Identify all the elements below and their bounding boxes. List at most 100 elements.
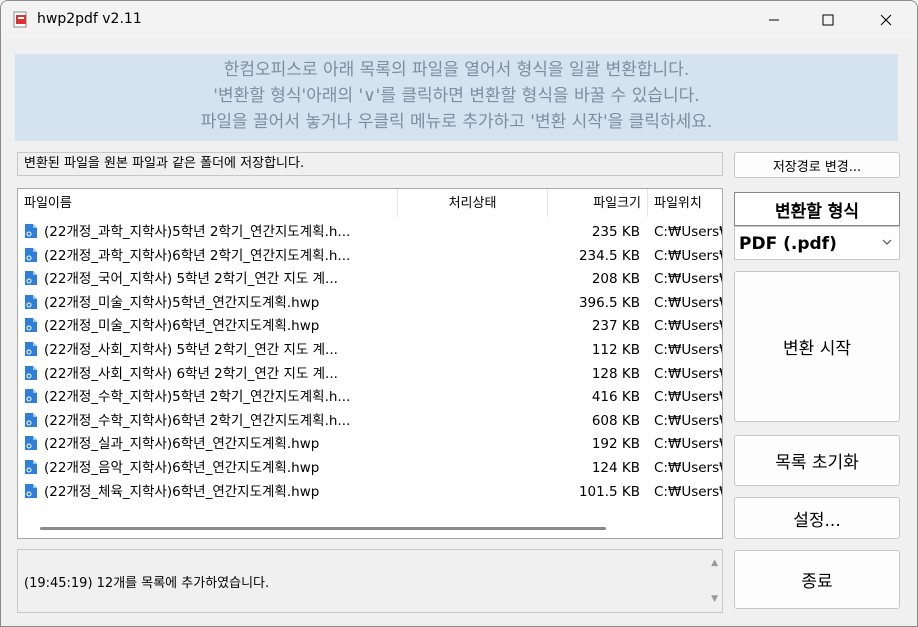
- file-location-cell: C:₩Users₩: [654, 294, 722, 311]
- file-name: (22개정_음악_지학사)6학년_연간지도계획.hwp: [44, 460, 320, 476]
- file-size-cell: 101.5 KB: [578, 483, 640, 500]
- horizontal-scrollbar[interactable]: [40, 527, 606, 530]
- maximize-icon: [822, 14, 834, 26]
- app-window: hwp2pdf v2.11 한컴오피스로 아래 목록의 파일을 열어서 형식을 …: [0, 0, 918, 627]
- minimize-button[interactable]: [751, 1, 797, 39]
- table-row[interactable]: (22개정_실과_지학사)6학년_연간지도계획.hwp 192 KB C:₩User…: [18, 432, 722, 456]
- file-name-cell: (22개정_과학_지학사)5학년 2학기_연간지도계획.h...: [24, 220, 400, 243]
- exit-button[interactable]: 종료: [734, 550, 900, 609]
- file-size-cell: 112 KB: [591, 342, 640, 358]
- window-title: hwp2pdf v2.11: [37, 11, 142, 27]
- file-location-cell: C:₩Users₩: [654, 224, 722, 240]
- file-size-cell: 192 KB: [591, 436, 640, 453]
- file-name: (22개정_수학_지학사)6학년 2학기_연간지도계획.h...: [44, 412, 351, 429]
- hwp-file-icon: [25, 318, 37, 333]
- table-row[interactable]: (22개정_사회_지학사) 6학년 2학기_연간 지도 계... 128 KB C:…: [18, 362, 722, 386]
- banner-line-1: 한컴오피스로 아래 목록의 파일을 열어서 형식을 일괄 변환합니다.: [223, 60, 690, 80]
- table-row[interactable]: (22개정_체육_지학사)6학년_연간지도계획.hwp 101.5 KB C:₩Us…: [18, 480, 722, 504]
- file-name-cell: (22개정_체육_지학사)6학년_연간지도계획.hwp: [24, 480, 400, 503]
- hwp-file-icon: [25, 294, 37, 309]
- table-row[interactable]: (22개정_음악_지학사)6학년_연간지도계획.hwp 124 KB C:₩User…: [18, 456, 722, 480]
- column-header-size[interactable]: 파일크기: [548, 189, 648, 217]
- banner-line-2: '변환할 형식'아래의 '∨'를 클릭하면 변환할 형식을 바꿀 수 있습니다.: [213, 86, 700, 106]
- file-location-cell: C:₩Users₩: [654, 483, 722, 500]
- settings-button[interactable]: 설정...: [734, 497, 900, 539]
- file-size-cell: 237 KB: [591, 318, 640, 335]
- hwp-file-icon: [25, 271, 37, 286]
- file-size-cell: 416 KB: [591, 389, 640, 406]
- file-name-cell: (22개정_과학_지학사)6학년 2학기_연간지도계획.h...: [24, 244, 400, 267]
- hwp-file-icon: [25, 389, 37, 404]
- file-location-cell: C:₩Users₩: [654, 318, 722, 335]
- file-location-cell: C:₩Users₩: [654, 365, 722, 382]
- format-selected-value: PDF (.pdf): [739, 234, 837, 254]
- column-header-status[interactable]: 처리상태: [398, 189, 548, 217]
- title-bar[interactable]: hwp2pdf v2.11: [1, 1, 917, 39]
- change-save-path-button[interactable]: 저장경로 변경...: [734, 152, 900, 178]
- file-size-cell: 234.5 KB: [578, 247, 640, 264]
- file-list[interactable]: 파일이름 처리상태 파일크기 파일위치 (22개정_과학_지학사)5학년 2학기…: [17, 188, 723, 539]
- file-name: (22개정_사회_지학사) 6학년 2학기_연간 지도 계...: [44, 365, 338, 382]
- status-message: (19:45:19) 12개를 목록에 추가하였습니다.: [24, 576, 270, 591]
- file-name: (22개정_사회_지학사) 5학년 2학기_연간 지도 계...: [44, 342, 338, 358]
- hwp-file-icon: [25, 365, 37, 380]
- table-row[interactable]: (22개정_국어_지학사) 5학년 2학기_연간 지도 계... 208 KB C:…: [18, 267, 722, 291]
- file-name-cell: (22개정_실과_지학사)6학년_연간지도계획.hwp: [24, 432, 400, 455]
- save-location-info: 변환된 파일을 원본 파일과 같은 폴더에 저장합니다.: [17, 152, 723, 176]
- column-header-name[interactable]: 파일이름: [18, 189, 398, 217]
- file-location-cell: C:₩Users₩: [654, 247, 722, 264]
- file-name-cell: (22개정_사회_지학사) 5학년 2학기_연간 지도 계...: [24, 338, 400, 361]
- file-location-cell: C:₩Users₩: [654, 342, 722, 358]
- close-button[interactable]: [863, 1, 909, 39]
- hwp-file-icon: [25, 483, 37, 498]
- hwp-file-icon: [25, 342, 37, 356]
- file-size-cell: 608 KB: [591, 412, 640, 429]
- hwp-file-icon: [25, 460, 37, 474]
- table-row[interactable]: (22개정_사회_지학사) 5학년 2학기_연간 지도 계... 112 KB C:…: [18, 338, 722, 362]
- table-row[interactable]: (22개정_과학_지학사)6학년 2학기_연간지도계획.h... 234.5 KB…: [18, 244, 722, 268]
- file-name-cell: (22개정_사회_지학사) 6학년 2학기_연간 지도 계...: [24, 362, 400, 385]
- table-row[interactable]: (22개정_미술_지학사)5학년_연간지도계획.hwp 396.5 KB C:₩Us…: [18, 291, 722, 315]
- hwp-file-icon: [25, 436, 37, 451]
- file-name: (22개정_국어_지학사) 5학년 2학기_연간 지도 계...: [44, 271, 338, 288]
- start-conversion-button[interactable]: 변환 시작: [734, 271, 900, 422]
- column-header-location[interactable]: 파일위치: [648, 189, 722, 217]
- file-name-cell: (22개정_수학_지학사)6학년 2학기_연간지도계획.h...: [24, 409, 400, 432]
- file-size-cell: 124 KB: [591, 460, 640, 476]
- hwp2pdf-app-icon: [13, 11, 27, 28]
- scroll-down-arrow-icon[interactable]: ▼: [711, 594, 718, 604]
- file-name: (22개정_과학_지학사)5학년 2학기_연간지도계획.h...: [44, 224, 351, 240]
- file-location-cell: C:₩Users₩: [654, 389, 722, 406]
- close-icon: [880, 14, 892, 26]
- scroll-up-arrow-icon[interactable]: ▲: [711, 558, 718, 568]
- hwp-file-icon: [25, 224, 37, 238]
- format-dropdown[interactable]: PDF (.pdf): [734, 226, 900, 260]
- status-log: (19:45:19) 12개를 목록에 추가하였습니다. ▲ ▼: [17, 549, 723, 613]
- file-location-cell: C:₩Users₩: [654, 460, 722, 476]
- file-name: (22개정_체육_지학사)6학년_연간지도계획.hwp: [44, 483, 320, 500]
- file-name: (22개정_미술_지학사)6학년_연간지도계획.hwp: [44, 318, 320, 335]
- file-size-cell: 396.5 KB: [578, 294, 640, 311]
- table-row[interactable]: (22개정_수학_지학사)5학년 2학기_연간지도계획.h... 416 KB C:…: [18, 385, 722, 409]
- maximize-button[interactable]: [805, 1, 851, 39]
- clear-list-button[interactable]: 목록 초기화: [734, 435, 900, 486]
- table-row[interactable]: (22개정_미술_지학사)6학년_연간지도계획.hwp 237 KB C:₩User…: [18, 314, 722, 338]
- file-size-cell: 208 KB: [591, 271, 640, 288]
- file-name-cell: (22개정_미술_지학사)6학년_연간지도계획.hwp: [24, 314, 400, 337]
- table-row[interactable]: (22개정_과학_지학사)5학년 2학기_연간지도계획.h... 235 KB C:…: [18, 220, 722, 244]
- file-location-cell: C:₩Users₩: [654, 271, 722, 288]
- file-name-cell: (22개정_국어_지학사) 5학년 2학기_연간 지도 계...: [24, 267, 400, 290]
- file-location-cell: C:₩Users₩: [654, 412, 722, 429]
- file-name-cell: (22개정_미술_지학사)5학년_연간지도계획.hwp: [24, 291, 400, 314]
- chevron-down-icon: [882, 239, 892, 245]
- file-location-cell: C:₩Users₩: [654, 436, 722, 453]
- file-name-cell: (22개정_음악_지학사)6학년_연간지도계획.hwp: [24, 456, 400, 479]
- file-size-cell: 235 KB: [591, 224, 640, 240]
- table-row[interactable]: (22개정_수학_지학사)6학년 2학기_연간지도계획.h... 608 KB C:…: [18, 409, 722, 433]
- file-name: (22개정_과학_지학사)6학년 2학기_연간지도계획.h...: [44, 247, 351, 264]
- banner-line-3: 파일을 끌어서 놓거나 우클릭 메뉴로 추가하고 '변환 시작'을 클릭하세요.: [200, 112, 713, 132]
- file-name-cell: (22개정_수학_지학사)5학년 2학기_연간지도계획.h...: [24, 385, 400, 408]
- minimize-icon: [769, 19, 779, 21]
- list-header: 파일이름 처리상태 파일크기 파일위치: [18, 189, 722, 217]
- format-label: 변환할 형식: [734, 192, 900, 226]
